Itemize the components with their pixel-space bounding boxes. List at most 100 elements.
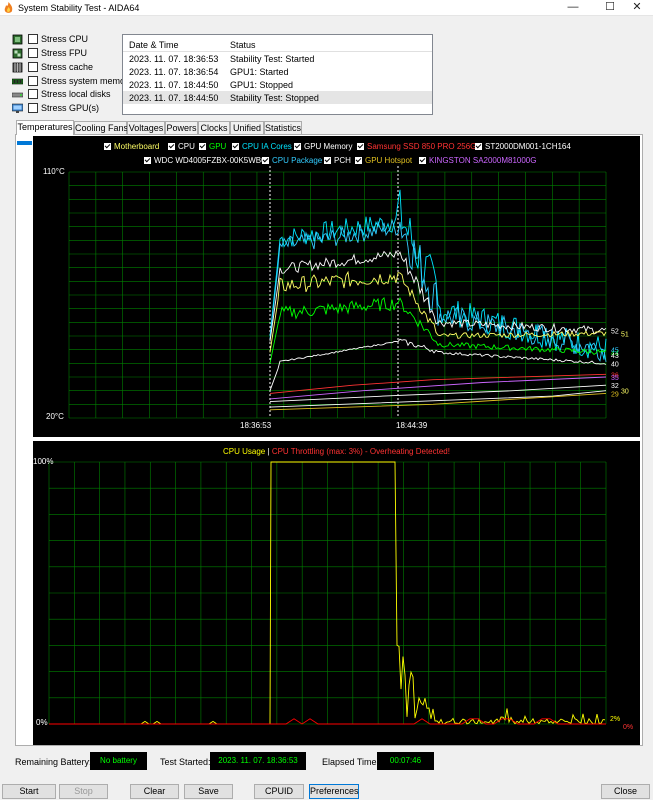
series-end-value-label: 40 — [611, 361, 619, 368]
stress-gpu-option[interactable]: Stress GPU(s) — [12, 102, 112, 115]
status-log-list[interactable]: Date & Time Status 2023. 11. 07. 18:36:5… — [122, 34, 433, 115]
legend-item-st2000[interactable]: ST2000DM001-1CH164 — [475, 142, 571, 151]
x-marker-label-end: 18:44:39 — [396, 421, 428, 430]
series-end-value-label: 36 — [611, 372, 619, 379]
stress-fpu-option[interactable]: Stress FPU — [12, 47, 112, 60]
series-gpu — [269, 296, 607, 364]
legend-label: Motherboard — [114, 142, 160, 151]
stress-fpu-checkbox[interactable] — [28, 48, 38, 58]
series-st2000 — [269, 384, 607, 403]
series-end-value-label: 45 — [611, 348, 619, 355]
tab-powers[interactable]: Powers — [165, 121, 198, 134]
series-motherboard — [269, 270, 607, 353]
stress-disks-label: Stress local disks — [41, 89, 111, 99]
stress-cpu-checkbox[interactable] — [28, 34, 38, 44]
legend-item-cpu-package[interactable]: CPU Package — [262, 156, 322, 165]
stress-gpu-checkbox[interactable] — [28, 103, 38, 113]
cpu-usage-end-value: 2% — [610, 716, 620, 723]
series-end-value-label: 44 — [611, 350, 619, 357]
cache-icon — [12, 62, 23, 73]
legend-item-gpu-memory[interactable]: GPU Memory — [294, 142, 352, 151]
stress-disks-option[interactable]: Stress local disks — [12, 88, 112, 101]
cpu-throttling-end-value: 0% — [623, 724, 633, 731]
series-gpu-memory — [269, 338, 607, 391]
series-cpu-package — [269, 218, 607, 362]
stress-cpu-label: Stress CPU — [41, 34, 89, 44]
legend-item-motherboard[interactable]: Motherboard — [104, 142, 159, 151]
series-cpu-ia-cores — [269, 189, 607, 360]
legend-item-gpu-hotspot[interactable]: GPU Hotspot — [355, 156, 412, 165]
cpuid-button[interactable]: CPUID — [254, 784, 304, 799]
series-gpu-hotspot — [269, 392, 607, 411]
legend-label: Samsung SSD 850 PRO 256GB — [367, 142, 482, 151]
remaining-battery-value: No battery — [90, 752, 147, 770]
tab-voltages[interactable]: Voltages — [127, 121, 165, 134]
elapsed-time-value: 00:07:46 — [377, 752, 434, 770]
legend-item-cpu[interactable]: CPU — [168, 142, 195, 151]
y-axis-min-label: 0% — [36, 718, 48, 727]
stop-button[interactable]: Stop — [59, 784, 108, 799]
y-axis-max-label: 110°C — [43, 167, 65, 176]
window-title: System Stability Test - AIDA64 — [18, 3, 140, 13]
stress-cpu-option[interactable]: Stress CPU — [12, 33, 112, 46]
legend-label: KINGSTON SA2000M81000G — [429, 156, 537, 165]
log-cell-status: GPU1: Started — [230, 67, 289, 77]
log-row-selected[interactable]: 2023. 11. 07. 18:44:50 Stability Test: St… — [123, 91, 432, 104]
legend-scrollbar[interactable] — [17, 141, 32, 145]
legend-label: CPU — [178, 142, 195, 151]
series-kingston — [269, 376, 607, 400]
start-button[interactable]: Start — [2, 784, 56, 799]
cpu-icon — [12, 34, 23, 45]
log-row[interactable]: 2023. 11. 07. 18:44:50 GPU1: Stopped — [123, 78, 432, 91]
aida64-flame-icon — [4, 2, 13, 13]
stress-cache-checkbox[interactable] — [28, 62, 38, 72]
series-end-value-label: 52 — [611, 329, 619, 336]
test-started-value: 2023. 11. 07. 18:36:53 — [210, 752, 306, 770]
y-axis-max-label: 100% — [33, 457, 54, 466]
legend-label: WDC WD4005FZBX-00K5WB0 — [154, 156, 266, 165]
temperature-graph: Motherboard CPU GPU CPU IA Cores GPU Mem… — [33, 136, 640, 437]
log-header: Date & Time Status — [123, 35, 432, 52]
stress-fpu-label: Stress FPU — [41, 48, 88, 58]
legend-label: CPU Package — [272, 156, 323, 165]
log-cell-datetime: 2023. 11. 07. 18:44:50 — [129, 93, 219, 103]
series-end-value-label: 29 — [611, 391, 619, 398]
save-button[interactable]: Save — [184, 784, 233, 799]
preferences-button[interactable]: Preferences — [309, 784, 359, 799]
y-axis-min-label: 20°C — [46, 412, 64, 421]
series-end-value-label: 30 — [621, 389, 629, 396]
remaining-battery-label: Remaining Battery: — [15, 757, 92, 767]
series-cpu — [269, 250, 607, 342]
log-cell-datetime: 2023. 11. 07. 18:36:54 — [129, 67, 219, 77]
legend-item-pch[interactable]: PCH — [324, 156, 351, 165]
legend-item-wdc[interactable]: WDC WD4005FZBX-00K5WB0 — [144, 156, 266, 165]
test-started-label: Test Started: — [160, 757, 211, 767]
tab-cooling-fans[interactable]: Cooling Fans — [74, 121, 128, 134]
stress-memory-option[interactable]: Stress system memory — [12, 75, 133, 88]
legend-item-samsung-ssd[interactable]: Samsung SSD 850 PRO 256GB — [357, 142, 482, 151]
log-row[interactable]: 2023. 11. 07. 18:36:54 GPU1: Started — [123, 65, 432, 78]
close-window-button[interactable]: ✕ — [621, 0, 653, 16]
legend-item-kingston[interactable]: KINGSTON SA2000M81000G — [419, 156, 536, 165]
series-end-value-label: 35 — [611, 375, 619, 382]
clear-button[interactable]: Clear — [130, 784, 179, 799]
log-row[interactable]: 2023. 11. 07. 18:36:53 Stability Test: St… — [123, 52, 432, 65]
tab-unified[interactable]: Unified — [230, 121, 264, 134]
column-header-status[interactable]: Status — [230, 40, 256, 50]
stress-disks-checkbox[interactable] — [28, 89, 38, 99]
minimize-button[interactable]: — — [557, 0, 589, 16]
tab-statistics[interactable]: Statistics — [264, 121, 302, 134]
log-cell-status: Stability Test: Stopped — [230, 93, 319, 103]
stress-cache-option[interactable]: Stress cache — [12, 61, 112, 74]
legend-label: GPU — [209, 142, 227, 151]
stress-memory-checkbox[interactable] — [28, 76, 38, 86]
close-button[interactable]: Close — [601, 784, 650, 799]
series-end-value-label: 32 — [611, 383, 619, 390]
cpu-usage-plot: 2%0% — [48, 461, 633, 731]
tab-clocks[interactable]: Clocks — [198, 121, 230, 134]
tab-temperatures[interactable]: Temperatures — [16, 120, 74, 135]
legend-item-gpu[interactable]: GPU — [199, 142, 226, 151]
legend-item-cpu-ia-cores[interactable]: CPU IA Cores — [232, 142, 292, 151]
column-header-datetime[interactable]: Date & Time — [129, 40, 179, 50]
series-samsung-ssd — [269, 373, 607, 394]
